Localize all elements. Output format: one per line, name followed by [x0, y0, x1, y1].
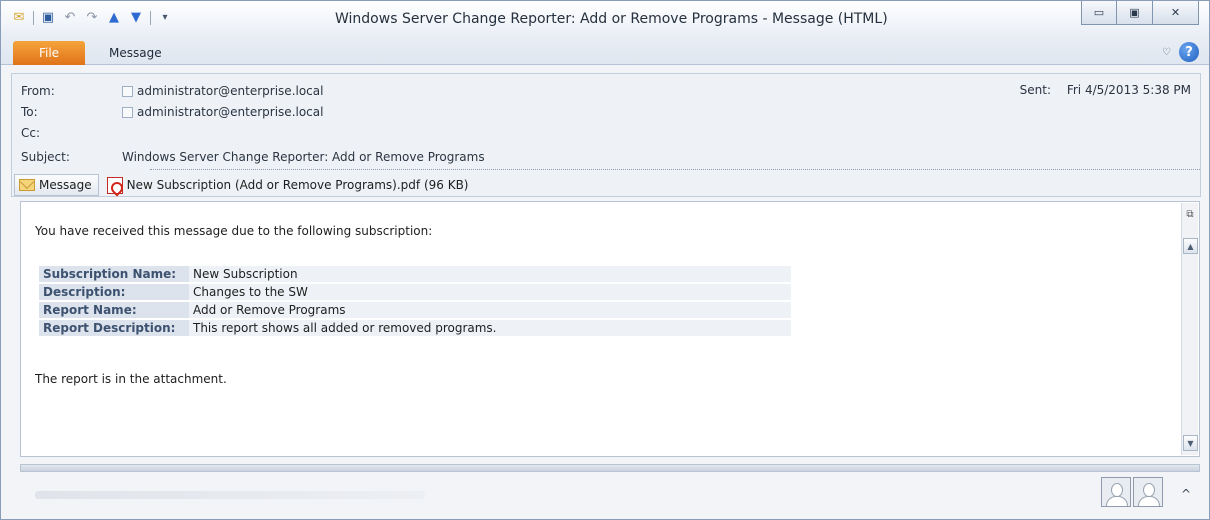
envelope-icon — [19, 179, 35, 191]
expand-people-pane-icon[interactable]: ^ — [1181, 487, 1191, 501]
outro-text: The report is in the attachment. — [35, 372, 227, 386]
to-row: To: administrator@enterprise.local — [21, 104, 323, 120]
avatar[interactable] — [1101, 477, 1131, 507]
vertical-scrollbar[interactable]: ⧉ ▲ ▼ — [1181, 203, 1198, 455]
avatar[interactable] — [1133, 477, 1163, 507]
row-key: Report Description: — [39, 320, 189, 336]
help-icon[interactable]: ? — [1179, 42, 1199, 62]
contact-photo-icon — [122, 106, 133, 118]
subject-row: Subject: Windows Server Change Reporter:… — [21, 149, 485, 165]
row-key: Description: — [39, 284, 189, 300]
row-key: Report Name: — [39, 302, 189, 318]
subject-value: Windows Server Change Reporter: Add or R… — [122, 150, 485, 164]
outlook-message-window: ✉ ▣ ↶ ↷ ▲ ▼ ▾ Windows Server Change Repo… — [0, 0, 1210, 520]
to-label: To: — [21, 105, 38, 119]
subscription-table: Subscription Name: New Subscription Desc… — [39, 264, 791, 338]
tab-message[interactable]: Message — [97, 41, 174, 65]
row-value: This report shows all added or removed p… — [189, 320, 791, 336]
message-body: You have received this message due to th… — [20, 201, 1200, 457]
people-pane-status — [35, 491, 425, 499]
envelope-icon[interactable]: ✉ — [11, 10, 27, 26]
pdf-icon — [106, 176, 123, 194]
pdf-attachment[interactable]: New Subscription (Add or Remove Programs… — [106, 176, 469, 194]
row-value: Add or Remove Programs — [189, 302, 791, 318]
window-controls: ▭ ▣ ✕ — [1081, 1, 1199, 25]
undo-icon[interactable]: ↶ — [62, 10, 78, 26]
table-row: Description: Changes to the SW — [39, 284, 791, 300]
from-value[interactable]: administrator@enterprise.local — [137, 84, 323, 98]
sent-info: Sent: Fri 4/5/2013 5:38 PM — [1020, 83, 1191, 97]
minimize-ribbon-icon[interactable]: ♡ — [1162, 47, 1171, 58]
redo-icon[interactable]: ↷ — [84, 10, 100, 26]
maximize-button[interactable]: ▣ — [1117, 1, 1153, 25]
people-pane: ^ — [11, 473, 1201, 517]
title-bar: ✉ ▣ ↶ ↷ ▲ ▼ ▾ Windows Server Change Repo… — [1, 1, 1209, 37]
table-row: Subscription Name: New Subscription — [39, 266, 791, 282]
toolbar-separator — [33, 11, 34, 25]
attachment-bar: Message New Subscription (Add or Remove … — [14, 174, 469, 196]
subject-label: Subject: — [21, 150, 70, 164]
intro-text: You have received this message due to th… — [35, 224, 433, 238]
toolbar-separator — [150, 11, 151, 25]
window-title: Windows Server Change Reporter: Add or R… — [335, 11, 888, 27]
ribbon-right-controls: ♡ ? — [1162, 42, 1199, 62]
pane-splitter[interactable] — [20, 464, 1200, 472]
split-view-icon[interactable]: ⧉ — [1183, 205, 1197, 223]
save-icon[interactable]: ▣ — [40, 10, 56, 26]
cc-label: Cc: — [21, 126, 41, 140]
quick-access-toolbar: ✉ ▣ ↶ ↷ ▲ ▼ ▾ — [11, 10, 173, 26]
attachment-name: New Subscription (Add or Remove Programs… — [126, 178, 469, 192]
header-divider — [150, 169, 1200, 170]
message-view-tab[interactable]: Message — [14, 174, 99, 196]
from-row: From: administrator@enterprise.local — [21, 83, 323, 99]
cc-row: Cc: — [21, 125, 122, 141]
down-arrow-icon[interactable]: ▼ — [128, 10, 144, 26]
message-header: From: administrator@enterprise.local To:… — [11, 73, 1201, 197]
scroll-up-button[interactable]: ▲ — [1183, 238, 1198, 254]
contact-photo-icon — [122, 85, 133, 97]
customize-qat-icon[interactable]: ▾ — [157, 10, 173, 26]
row-key: Subscription Name: — [39, 266, 189, 282]
sent-label: Sent: — [1019, 83, 1051, 97]
minimize-button[interactable]: ▭ — [1081, 1, 1117, 25]
from-label: From: — [21, 84, 55, 98]
message-tab-label: Message — [39, 178, 92, 192]
up-arrow-icon[interactable]: ▲ — [106, 10, 122, 26]
ribbon-tab-bar: File Message ♡ ? — [1, 37, 1209, 65]
tab-file[interactable]: File — [13, 41, 85, 65]
table-row: Report Description: This report shows al… — [39, 320, 791, 336]
row-value: Changes to the SW — [189, 284, 791, 300]
people-avatars — [1101, 477, 1163, 507]
scroll-down-button[interactable]: ▼ — [1183, 435, 1198, 451]
row-value: New Subscription — [189, 266, 791, 282]
to-value[interactable]: administrator@enterprise.local — [137, 105, 323, 119]
sent-value: Fri 4/5/2013 5:38 PM — [1066, 83, 1191, 97]
table-row: Report Name: Add or Remove Programs — [39, 302, 791, 318]
close-button[interactable]: ✕ — [1153, 1, 1199, 25]
